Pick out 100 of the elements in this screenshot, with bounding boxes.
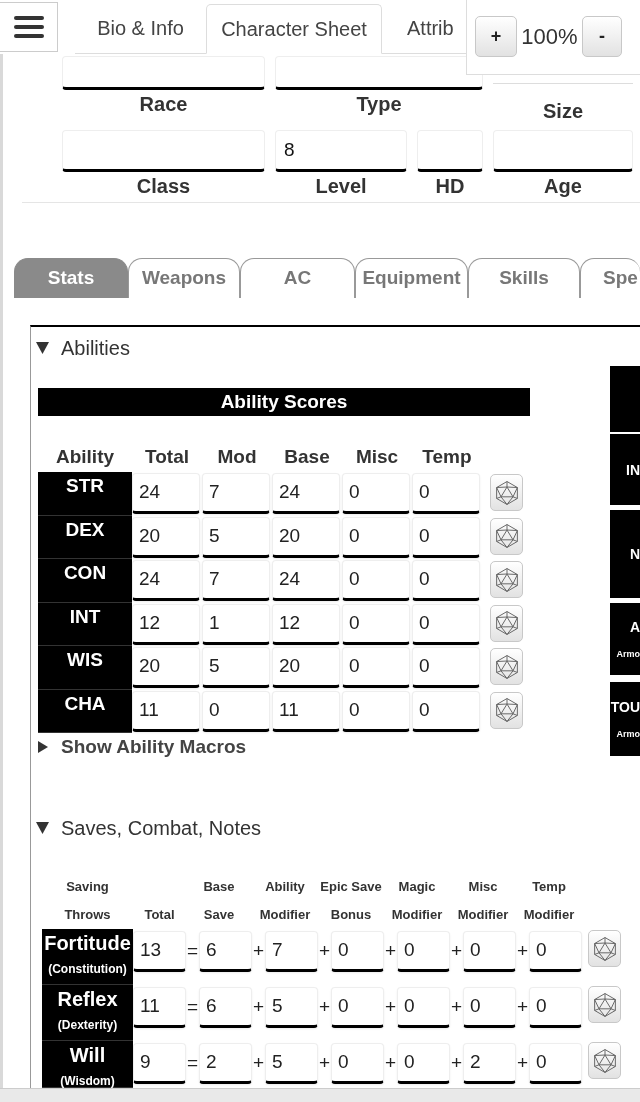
modifier-field[interactable]: 0 xyxy=(463,931,516,972)
side-block xyxy=(610,366,640,432)
tab[interactable]: Weapons xyxy=(128,258,240,298)
score-field[interactable]: 0 xyxy=(342,473,410,514)
input-field[interactable]: 8 xyxy=(275,130,407,172)
roll-button[interactable] xyxy=(588,930,621,967)
score-field[interactable]: 0 xyxy=(342,560,410,601)
score-field[interactable]: 0 xyxy=(342,647,410,688)
tab[interactable]: Spe xyxy=(580,258,640,298)
save-ability: (Dexterity) xyxy=(57,1018,118,1032)
dice-icon xyxy=(495,567,518,592)
input-field[interactable] xyxy=(417,130,483,172)
column-header: Total xyxy=(144,445,190,469)
score-field[interactable]: 0 xyxy=(342,603,410,645)
modifier-field[interactable]: 0 xyxy=(331,987,384,1028)
modifier-field[interactable]: 6 xyxy=(199,931,252,972)
modifier-field[interactable]: 0 xyxy=(463,987,516,1028)
score-field[interactable]: 0 xyxy=(412,690,480,732)
score-field[interactable]: 11 xyxy=(132,690,200,732)
section-toggle[interactable]: Saves, Combat, Notes xyxy=(36,816,262,840)
column-header: Saving xyxy=(66,878,109,896)
macros-toggle[interactable]: Show Ability Macros xyxy=(38,735,247,759)
field-label: Race xyxy=(139,93,188,115)
score-field[interactable]: 24 xyxy=(132,473,200,514)
total-field[interactable]: 9 xyxy=(133,1043,186,1084)
total-field[interactable]: 11 xyxy=(133,987,186,1028)
modifier-field[interactable]: 5 xyxy=(265,987,318,1028)
modifier-field[interactable]: 5 xyxy=(265,1043,318,1084)
tab[interactable]: Skills xyxy=(468,258,580,298)
modifier-field[interactable]: 0 xyxy=(397,987,450,1028)
column-header: Base xyxy=(283,445,331,469)
score-field[interactable]: 12 xyxy=(132,603,200,645)
dice-icon xyxy=(495,654,518,679)
menu-button[interactable] xyxy=(0,2,58,52)
score-field[interactable]: 20 xyxy=(132,516,200,558)
zoom-out-button[interactable]: - xyxy=(582,16,622,57)
modifier-field[interactable]: 0 xyxy=(331,1043,384,1084)
column-header: Modifier xyxy=(391,906,443,924)
score-field[interactable]: 20 xyxy=(272,516,340,558)
score-field[interactable]: 0 xyxy=(202,690,270,732)
operator: = xyxy=(186,939,199,963)
score-field[interactable]: 0 xyxy=(412,516,480,558)
roll-button[interactable] xyxy=(490,648,523,685)
score-field[interactable]: 0 xyxy=(412,473,480,514)
block-title: A xyxy=(629,618,640,635)
roll-button[interactable] xyxy=(490,604,523,642)
score-field[interactable]: 24 xyxy=(132,560,200,601)
modifier-field[interactable]: 0 xyxy=(529,987,582,1028)
block-subtitle: Armo xyxy=(616,648,640,660)
tab[interactable]: Bio & Info xyxy=(75,3,206,53)
input-field[interactable] xyxy=(493,130,633,172)
column-header: Misc xyxy=(468,878,498,896)
roll-button[interactable] xyxy=(490,474,523,511)
score-field[interactable]: 0 xyxy=(412,603,480,645)
modifier-field[interactable]: 0 xyxy=(529,1043,582,1084)
modifier-field[interactable]: 2 xyxy=(199,1043,252,1084)
block-subtitle: Armo xyxy=(616,728,640,740)
row-header: CON xyxy=(38,559,132,603)
score-field[interactable]: 0 xyxy=(412,647,480,688)
score-field[interactable]: 0 xyxy=(342,690,410,732)
score-field[interactable]: 24 xyxy=(272,560,340,601)
roll-button[interactable] xyxy=(490,561,523,598)
tab[interactable]: AC xyxy=(240,258,355,298)
menu-icon xyxy=(13,16,44,38)
roll-button[interactable] xyxy=(588,986,621,1023)
modifier-field[interactable]: 7 xyxy=(265,931,318,972)
section-toggle[interactable]: Abilities xyxy=(36,336,130,360)
operator: + xyxy=(516,995,529,1019)
modifier-field[interactable]: 2 xyxy=(463,1043,516,1084)
score-field[interactable]: 5 xyxy=(202,516,270,558)
score-field[interactable]: 20 xyxy=(272,647,340,688)
score-field[interactable]: 20 xyxy=(132,647,200,688)
field-label: Class xyxy=(136,175,191,197)
zoom-in-button[interactable]: + xyxy=(475,16,517,57)
modifier-field[interactable]: 0 xyxy=(331,931,384,972)
column-header: Ability xyxy=(265,878,305,896)
modifier-field[interactable]: 0 xyxy=(397,931,450,972)
tab[interactable]: Equipment xyxy=(355,258,468,298)
score-field[interactable]: 24 xyxy=(272,473,340,514)
score-field[interactable]: 12 xyxy=(272,603,340,645)
row-header: CHA xyxy=(38,689,132,733)
input-field[interactable] xyxy=(275,56,483,90)
score-field[interactable]: 5 xyxy=(202,647,270,688)
score-field[interactable]: 11 xyxy=(272,690,340,732)
roll-button[interactable] xyxy=(490,517,523,555)
score-field[interactable]: 7 xyxy=(202,473,270,514)
score-field[interactable]: 7 xyxy=(202,560,270,601)
score-field[interactable]: 0 xyxy=(412,560,480,601)
modifier-field[interactable]: 0 xyxy=(529,931,582,972)
tab[interactable]: Character Sheet xyxy=(206,4,382,54)
score-field[interactable]: 0 xyxy=(342,516,410,558)
input-field[interactable] xyxy=(62,130,265,172)
roll-button[interactable] xyxy=(490,691,523,729)
modifier-field[interactable]: 6 xyxy=(199,987,252,1028)
score-field[interactable]: 1 xyxy=(202,603,270,645)
modifier-field[interactable]: 0 xyxy=(397,1043,450,1084)
input-field[interactable] xyxy=(62,56,265,90)
roll-button[interactable] xyxy=(588,1042,621,1079)
tab[interactable]: Attrib xyxy=(382,3,466,53)
total-field[interactable]: 13 xyxy=(133,931,186,972)
